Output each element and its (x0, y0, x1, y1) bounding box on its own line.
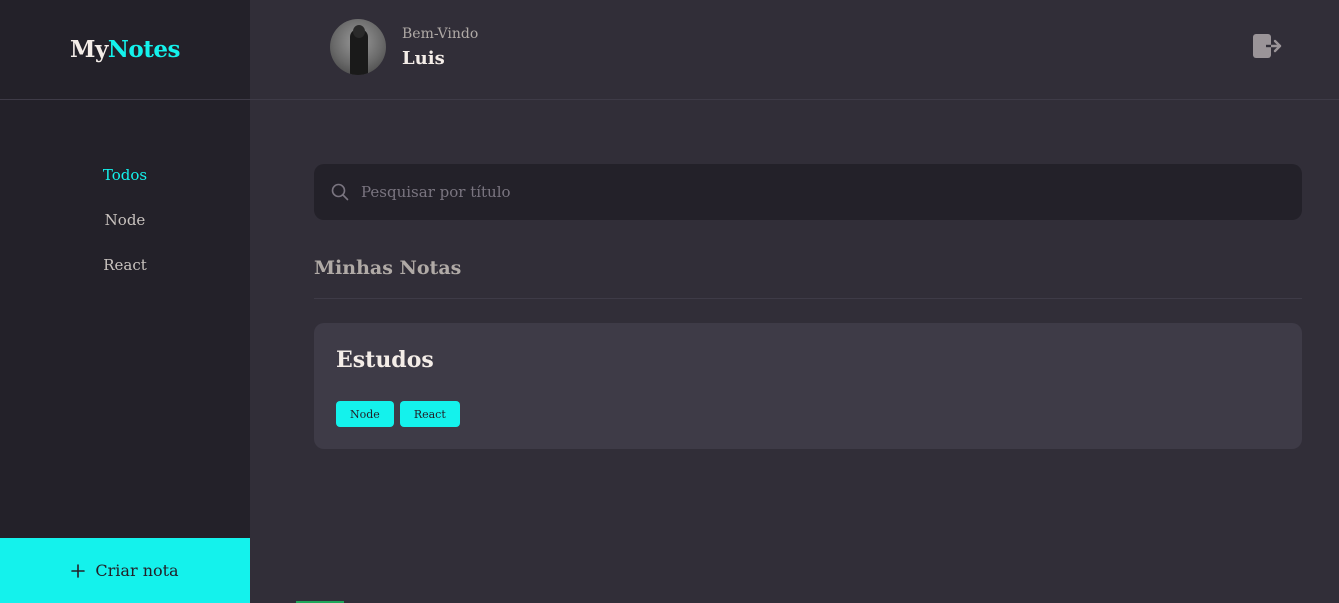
tag-react: React (399, 401, 460, 427)
app-root: MyNotes Todos Node React Criar nota Bem-… (0, 0, 1339, 603)
logo-part-my: My (70, 36, 108, 63)
logo[interactable]: MyNotes (70, 36, 180, 63)
plus-icon (71, 563, 86, 578)
create-note-button[interactable]: Criar nota (0, 538, 250, 603)
section-divider (314, 298, 1302, 299)
sign-out-icon[interactable] (1252, 32, 1284, 60)
top-header: Bem-Vindo Luis (250, 0, 1339, 100)
sidebar-item-react[interactable]: React (103, 253, 147, 298)
avatar[interactable] (330, 19, 386, 75)
avatar-head (353, 25, 365, 38)
search-input[interactable] (361, 183, 1302, 201)
create-note-label: Criar nota (95, 561, 179, 580)
note-tags: Node React (336, 401, 460, 427)
greeting-text: Bem-Vindo (402, 26, 479, 42)
tag-node: Node (336, 401, 394, 427)
sidebar-menu: Todos Node React (0, 100, 250, 538)
sidebar-item-todos[interactable]: Todos (103, 163, 147, 208)
note-card[interactable]: Estudos Node React (314, 323, 1302, 449)
logo-part-notes: Notes (107, 36, 181, 63)
search-bar[interactable] (314, 164, 1302, 220)
note-title: Estudos (336, 347, 434, 373)
sidebar-item-node[interactable]: Node (105, 208, 146, 253)
section-title: Minhas Notas (314, 257, 462, 279)
username[interactable]: Luis (402, 48, 445, 69)
brand-header: MyNotes (0, 0, 250, 100)
search-icon (331, 183, 349, 201)
